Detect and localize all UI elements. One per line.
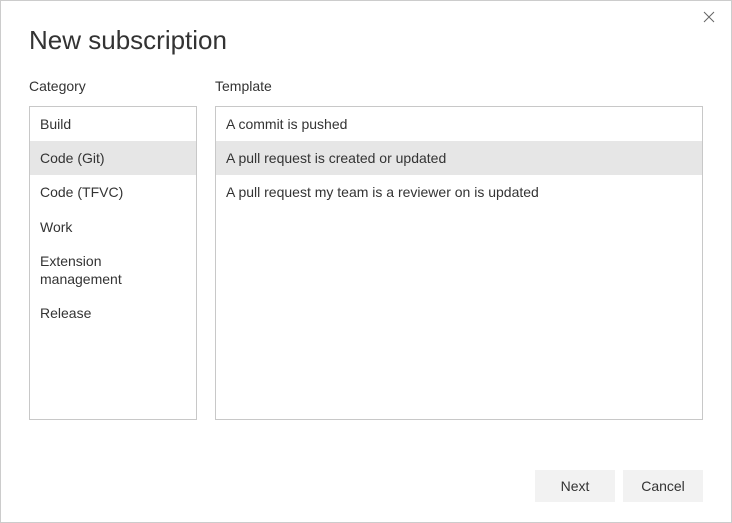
list-item-label: A pull request my team is a reviewer on … (226, 184, 539, 200)
template-item-pr-created-updated[interactable]: A pull request is created or updated (216, 141, 702, 175)
category-listbox[interactable]: Build Code (Git) Code (TFVC) Work Extens… (29, 106, 197, 420)
template-column: Template A commit is pushed A pull reque… (215, 78, 703, 420)
dialog-content: Category Build Code (Git) Code (TFVC) Wo… (1, 78, 731, 420)
category-item-code-tfvc[interactable]: Code (TFVC) (30, 175, 196, 209)
close-button[interactable] (701, 11, 717, 27)
category-item-code-git[interactable]: Code (Git) (30, 141, 196, 175)
category-column: Category Build Code (Git) Code (TFVC) Wo… (29, 78, 197, 420)
close-icon (703, 10, 715, 28)
list-item-label: Code (TFVC) (40, 184, 123, 200)
next-button[interactable]: Next (535, 470, 615, 502)
category-item-extension-management[interactable]: Extension management (30, 244, 196, 296)
list-item-label: Release (40, 305, 91, 321)
list-item-label: A commit is pushed (226, 116, 347, 132)
template-item-pr-team-reviewer-updated[interactable]: A pull request my team is a reviewer on … (216, 175, 702, 209)
list-item-label: Extension management (40, 253, 122, 287)
list-item-label: Work (40, 219, 72, 235)
category-item-work[interactable]: Work (30, 210, 196, 244)
dialog-footer: Next Cancel (535, 470, 703, 502)
template-label: Template (215, 78, 703, 94)
category-item-release[interactable]: Release (30, 296, 196, 330)
list-item-label: Build (40, 116, 71, 132)
category-label: Category (29, 78, 197, 94)
dialog-title: New subscription (1, 1, 731, 78)
cancel-button[interactable]: Cancel (623, 470, 703, 502)
list-item-label: A pull request is created or updated (226, 150, 446, 166)
template-item-commit-pushed[interactable]: A commit is pushed (216, 107, 702, 141)
template-listbox[interactable]: A commit is pushed A pull request is cre… (215, 106, 703, 420)
category-item-build[interactable]: Build (30, 107, 196, 141)
list-item-label: Code (Git) (40, 150, 105, 166)
